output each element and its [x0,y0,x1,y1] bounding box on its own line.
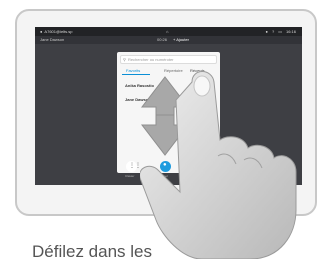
help-icon[interactable]: ? [272,27,274,36]
status-left: ● A7601@ielts.sp [40,27,73,36]
screen-icon[interactable]: ▭ [278,27,282,36]
status-bar: ● A7601@ielts.sp ⌂ ● ? ▭ 16:16 [35,27,302,36]
caption-text: Défilez dans les [32,242,153,261]
location-icon: ● [265,29,268,34]
keypad-button[interactable]: ⋮⋮ [126,161,141,172]
add-call-label: Ajouter [176,37,189,42]
status-dot-icon: ● [40,29,43,34]
caller-name: Jane Dawson [40,37,65,42]
add-call-button[interactable]: + Ajouter [173,36,189,44]
status-right: ● ? ▭ 16:16 [266,27,296,36]
keypad-label: Clavier [125,174,135,178]
home-icon[interactable]: ⌂ [166,27,168,36]
call-bar: Jane Dawson 00:26 + Ajouter [35,36,302,44]
pointing-hand-icon [140,71,297,259]
status-time: 16:16 [285,29,296,34]
search-icon: ⚲ [123,57,126,62]
call-duration: 00:26 [157,37,168,42]
status-address: A7601@ielts.sp [44,29,73,34]
